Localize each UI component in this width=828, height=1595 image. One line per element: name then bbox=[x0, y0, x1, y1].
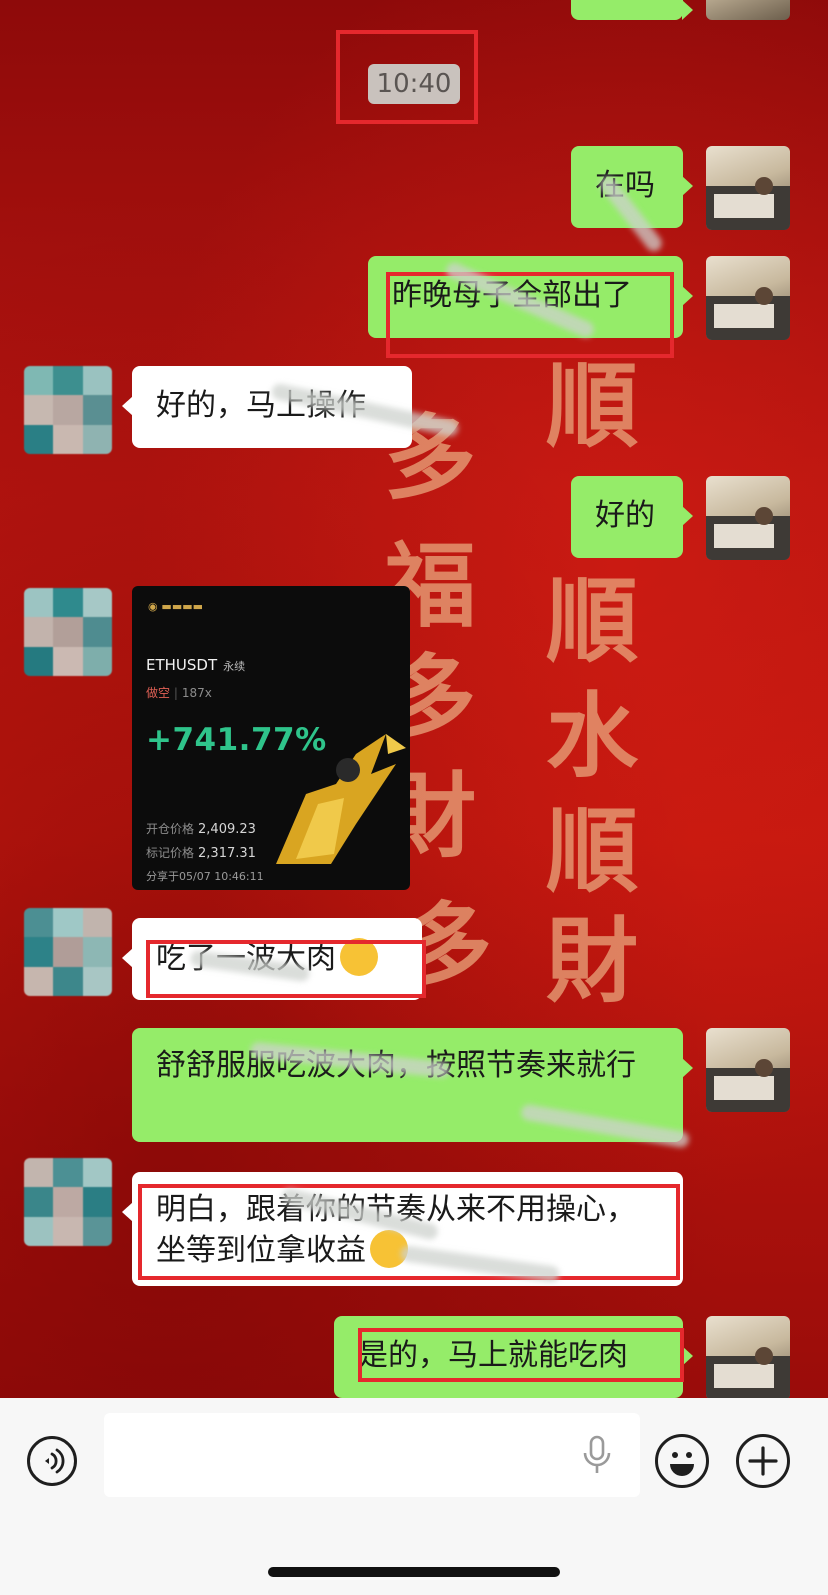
avatar-me[interactable] bbox=[706, 1028, 790, 1112]
message-text: 好的 bbox=[595, 498, 655, 533]
chat-background: 多 福 多 財 多 順 順 水 順 財 10:40 在吗 昨晚母子全部出了 好的… bbox=[0, 0, 828, 1398]
contract-type: 永续 bbox=[223, 660, 246, 673]
message-bubble-me[interactable]: 好的 bbox=[571, 476, 693, 558]
home-indicator[interactable] bbox=[268, 1567, 560, 1577]
highlight-box bbox=[358, 1328, 684, 1382]
more-button[interactable] bbox=[736, 1434, 790, 1488]
background-calligraphy: 順 bbox=[546, 797, 639, 905]
voice-icon bbox=[45, 1448, 65, 1474]
trade-share-card[interactable]: ◉ ▬▬▬▬ ETHUSDT 永续 做空 | 187x +741.77% 开仓价格 2… bbox=[132, 586, 410, 890]
microphone-icon[interactable] bbox=[580, 1435, 614, 1475]
avatar-me[interactable] bbox=[706, 146, 790, 230]
symbol-text: ETHUSDT bbox=[146, 656, 218, 674]
background-calligraphy: 水 bbox=[546, 682, 639, 790]
exchange-logo: ◉ ▬▬▬▬ bbox=[148, 600, 203, 613]
highlight-box bbox=[336, 30, 478, 124]
avatar-me[interactable] bbox=[706, 0, 790, 20]
entry-label: 开仓价格 bbox=[146, 822, 195, 836]
background-calligraphy: 順 bbox=[546, 352, 639, 460]
side-text: 做空 bbox=[146, 686, 171, 700]
message-bubble-partial[interactable] bbox=[571, 0, 693, 20]
avatar-me[interactable] bbox=[706, 1316, 790, 1398]
avatar-other[interactable] bbox=[24, 588, 112, 676]
trade-side: 做空 | 187x bbox=[146, 686, 212, 700]
highlight-box bbox=[386, 272, 674, 358]
avatar-other[interactable] bbox=[24, 1158, 112, 1246]
plus-icon bbox=[748, 1446, 778, 1476]
leverage-text: 187x bbox=[181, 686, 212, 700]
avatar-other[interactable] bbox=[24, 366, 112, 454]
trade-symbol: ETHUSDT 永续 bbox=[146, 656, 245, 674]
background-calligraphy: 財 bbox=[546, 907, 639, 1015]
emoji-button[interactable] bbox=[655, 1434, 709, 1488]
background-calligraphy: 順 bbox=[546, 567, 639, 675]
avatar-me[interactable] bbox=[706, 476, 790, 560]
voice-toggle-button[interactable] bbox=[27, 1436, 77, 1486]
avatar-me[interactable] bbox=[706, 256, 790, 340]
mascot-illustration bbox=[276, 734, 406, 864]
mark-label: 标记价格 bbox=[146, 846, 195, 860]
emoji-icon bbox=[670, 1452, 694, 1476]
avatar-other[interactable] bbox=[24, 908, 112, 996]
message-input[interactable] bbox=[104, 1413, 640, 1497]
